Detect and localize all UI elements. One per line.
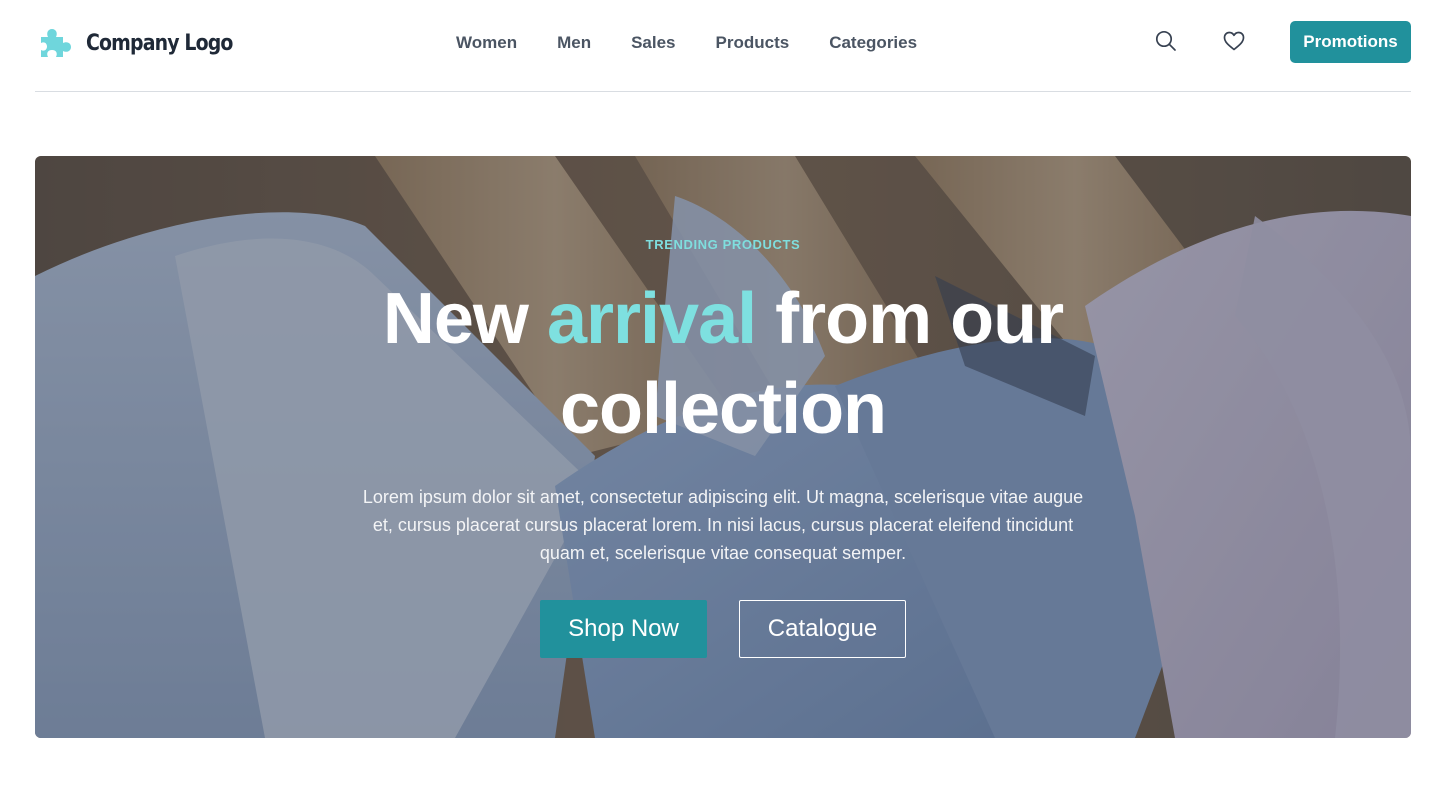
search-button[interactable] [1154, 29, 1178, 53]
nav-item-women[interactable]: Women [456, 33, 517, 53]
hero-banner: TRENDING PRODUCTS New arrival from our c… [35, 156, 1411, 738]
nav-item-products[interactable]: Products [716, 33, 790, 53]
logo-text: Company Logo [86, 30, 233, 56]
catalogue-button[interactable]: Catalogue [739, 600, 906, 658]
headline-part1: New [382, 279, 547, 359]
promotions-button[interactable]: Promotions [1290, 21, 1411, 63]
hero-headline: New arrival from our collection [323, 274, 1123, 454]
hero-eyebrow: TRENDING PRODUCTS [645, 237, 801, 252]
puzzle-piece-icon [41, 29, 71, 57]
wishlist-button[interactable] [1222, 29, 1246, 53]
main-nav: Women Men Sales Products Categories [456, 31, 917, 55]
hero-content: TRENDING PRODUCTS New arrival from our c… [35, 156, 1411, 738]
company-logo[interactable]: Company Logo [38, 25, 256, 61]
heart-icon [1223, 31, 1245, 51]
hero-description: Lorem ipsum dolor sit amet, consectetur … [362, 487, 1084, 563]
shop-now-button[interactable]: Shop Now [540, 600, 707, 658]
nav-item-sales[interactable]: Sales [631, 33, 675, 53]
site-header: Company Logo Women Men Sales Products Ca… [35, 0, 1411, 92]
headline-accent: arrival [546, 279, 757, 359]
search-icon [1155, 30, 1176, 51]
nav-item-men[interactable]: Men [557, 33, 591, 53]
page: Company Logo Women Men Sales Products Ca… [0, 0, 1444, 806]
nav-item-categories[interactable]: Categories [829, 33, 917, 53]
